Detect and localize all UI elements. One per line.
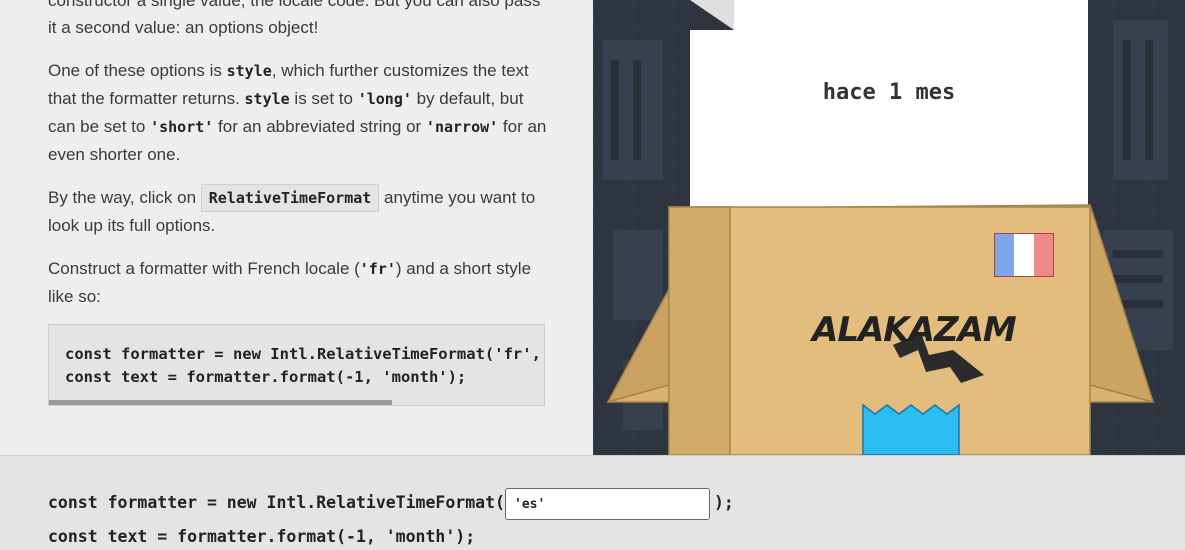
text-segment: is set to: [289, 89, 358, 108]
inline-code: style: [244, 90, 290, 108]
inline-code: 'short': [150, 118, 214, 136]
paragraph-api-link: By the way, click on RelativeTimeFormat …: [48, 184, 548, 239]
flag-stripe-white: [1014, 234, 1034, 276]
inline-code: 'narrow': [425, 118, 499, 136]
code-example-block[interactable]: const formatter = new Intl.RelativeTimeF…: [48, 324, 545, 406]
editor-line-1-prefix: const formatter = new Intl.RelativeTimeF…: [48, 493, 505, 512]
locale-input[interactable]: [505, 488, 710, 520]
paragraph-french-instruction: Construct a formatter with French locale…: [48, 255, 548, 310]
flag-stripe-blue: [995, 234, 1015, 276]
editor-line-2: const text = formatter.format(-1, 'month…: [48, 527, 476, 546]
text-segment: By the way, click on: [48, 188, 201, 207]
editor-line-1-suffix: );: [714, 493, 734, 512]
paragraph-options-intro: constructor a single value, the locale c…: [48, 0, 541, 37]
output-paper: [690, 0, 1088, 215]
code-editor-bar: const formatter = new Intl.RelativeTimeF…: [0, 455, 1185, 550]
inline-code: 'fr': [359, 260, 396, 278]
paragraph-style-option: One of these options is style, which fur…: [48, 57, 548, 168]
code-example-text: const formatter = new Intl.RelativeTimeF…: [65, 345, 541, 386]
horizontal-scrollbar[interactable]: [49, 400, 392, 405]
french-flag-icon: [994, 233, 1054, 277]
text-segment: One of these options is: [48, 61, 227, 80]
formatted-output-text: hace 1 mes: [822, 80, 956, 105]
alakazam-label: ALAKAZAM: [812, 310, 1017, 350]
text-segment: for an abbreviated string or: [213, 117, 426, 136]
flag-stripe-red: [1033, 234, 1053, 276]
blue-bag-item: [862, 403, 960, 455]
relative-time-format-link[interactable]: RelativeTimeFormat: [200, 184, 380, 212]
inline-code: style: [226, 62, 272, 80]
box-right-flap: [1089, 204, 1155, 404]
magic-box-illustration: [606, 0, 1155, 455]
text-segment: Construct a formatter with French locale…: [48, 259, 360, 278]
inline-code: 'long': [357, 90, 412, 108]
